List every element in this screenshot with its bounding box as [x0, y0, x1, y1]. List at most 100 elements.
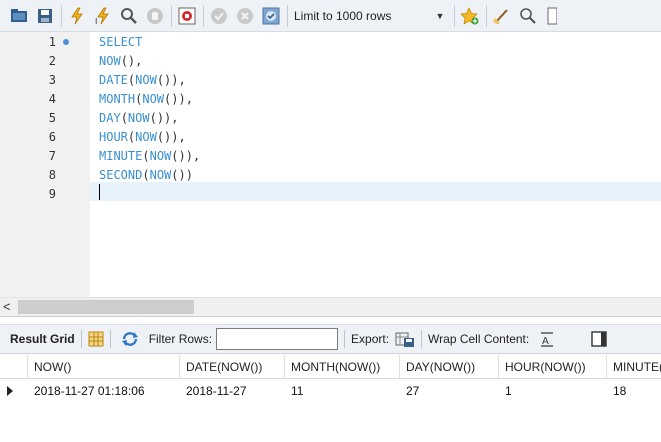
- sql-function: MINUTE: [99, 149, 143, 163]
- find-icon[interactable]: [517, 5, 539, 27]
- sql-keyword: SELECT: [99, 35, 143, 49]
- sql-function: HOUR: [99, 130, 128, 144]
- export-label: Export:: [351, 332, 390, 346]
- current-line-highlight: [90, 182, 661, 201]
- sql-punctuation: ()),: [149, 111, 179, 125]
- code-line: SECOND(NOW()): [99, 168, 193, 182]
- line-number: 8: [48, 168, 56, 182]
- column-header[interactable]: DAY(NOW()): [400, 355, 499, 379]
- table-cell[interactable]: 18: [607, 380, 661, 402]
- column-header[interactable]: NOW(): [28, 355, 180, 379]
- toggle-error-icon[interactable]: [176, 5, 198, 27]
- refresh-icon[interactable]: [121, 331, 139, 347]
- toggle-panel-icon[interactable]: [591, 331, 607, 347]
- sql-punctuation: ()),: [156, 73, 186, 87]
- execute-current-icon[interactable]: I: [92, 5, 114, 27]
- table-cell[interactable]: 27: [400, 380, 499, 402]
- code-line: MINUTE(NOW()),: [99, 149, 201, 163]
- toolbar-separator: [454, 4, 455, 27]
- execute-icon[interactable]: [66, 5, 88, 27]
- sql-function: NOW: [127, 111, 150, 125]
- sql-function: SECOND: [99, 168, 143, 182]
- sql-function: NOW: [142, 92, 165, 106]
- toolbar-separator: [421, 330, 423, 348]
- column-header[interactable]: MONTH(NOW()): [285, 355, 400, 379]
- limit-rows-select[interactable]: Limit to 1000 rows ▼: [294, 5, 449, 27]
- sql-function: NOW: [135, 73, 157, 87]
- line-number: 9: [48, 187, 56, 201]
- scrollbar-thumb[interactable]: [18, 300, 194, 314]
- sql-punctuation: ()),: [164, 92, 193, 106]
- form-view-icon[interactable]: [88, 331, 104, 347]
- sql-function: NOW: [99, 54, 121, 68]
- toolbar-separator: [486, 4, 487, 27]
- table-cell[interactable]: 1: [499, 380, 607, 402]
- column-header[interactable]: HOUR(NOW()): [499, 355, 607, 379]
- code-line: HOUR(NOW()),: [99, 130, 186, 144]
- line-number: 1: [48, 35, 56, 49]
- toolbar-separator: [171, 4, 172, 27]
- stop-icon[interactable]: [144, 5, 166, 27]
- toolbar-separator: [344, 330, 346, 348]
- sql-punctuation: ()),: [156, 130, 186, 144]
- limit-rows-label: Limit to 1000 rows: [294, 8, 392, 23]
- table-cell[interactable]: 11: [285, 380, 400, 402]
- line-number: 6: [48, 130, 56, 144]
- toolbar-separator: [203, 4, 204, 27]
- table-cell[interactable]: 2018-11-27: [180, 380, 285, 402]
- sql-function: MONTH: [99, 92, 136, 106]
- column-header[interactable]: DATE(NOW()): [180, 355, 285, 379]
- autocommit-icon[interactable]: [260, 5, 282, 27]
- beautify-icon[interactable]: [491, 5, 513, 27]
- code-line: DAY(NOW()),: [99, 111, 179, 125]
- wrap-text-icon[interactable]: A: [539, 331, 555, 347]
- sql-punctuation: (),: [120, 54, 143, 68]
- wrap-cell-content-label: Wrap Cell Content:: [428, 332, 530, 346]
- line-number: 4: [48, 92, 56, 106]
- column-header[interactable]: MINUTE(NOW()): [607, 355, 661, 379]
- statement-marker-icon: [63, 39, 69, 45]
- code-line: SELECT: [99, 33, 142, 51]
- line-number: 3: [48, 73, 56, 87]
- toolbar-separator: [109, 330, 111, 348]
- sql-function: NOW: [135, 130, 157, 144]
- result-toolbar: Result Grid Filter Rows: Export: Wrap Ce…: [0, 324, 661, 354]
- invisible-chars-icon[interactable]: [541, 5, 563, 27]
- line-number: 5: [48, 111, 56, 125]
- sql-function: DAY: [99, 111, 121, 125]
- rollback-icon[interactable]: [234, 5, 256, 27]
- export-icon[interactable]: [395, 330, 415, 348]
- bookmark-add-icon[interactable]: [459, 5, 481, 27]
- line-number: 2: [48, 54, 56, 68]
- table-cell[interactable]: 2018-11-27 01:18:06: [28, 380, 180, 402]
- sql-function: DATE: [99, 73, 128, 87]
- folder-open-icon[interactable]: [8, 5, 30, 27]
- sql-function: NOW: [149, 168, 172, 182]
- sql-editor[interactable]: 1 2 3 4 5 6 7 8 9 SELECT NOW(), DATE(NOW…: [0, 32, 661, 297]
- save-icon[interactable]: [34, 5, 56, 27]
- code-line: NOW(),: [99, 52, 142, 70]
- explain-icon[interactable]: [118, 5, 140, 27]
- toolbar-separator: [80, 330, 82, 348]
- result-grid-tab[interactable]: Result Grid: [10, 332, 75, 346]
- text-caret: [99, 184, 100, 200]
- editor-horizontal-scrollbar[interactable]: <: [0, 297, 661, 317]
- toolbar-separator: [61, 4, 62, 27]
- scroll-left-icon[interactable]: <: [3, 299, 11, 314]
- sql-function: NOW: [149, 149, 172, 163]
- code-line: DATE(NOW()),: [99, 73, 186, 87]
- sql-editor-toolbar: I Limit to 1000 rows ▼: [0, 0, 661, 32]
- commit-icon[interactable]: [208, 5, 230, 27]
- filter-rows-label: Filter Rows:: [148, 332, 213, 346]
- sql-punctuation: ()): [171, 168, 193, 182]
- svg-text:I: I: [95, 17, 97, 25]
- result-grid[interactable]: NOW() DATE(NOW()) MONTH(NOW()) DAY(NOW()…: [0, 355, 661, 442]
- chevron-down-icon[interactable]: ▼: [435, 11, 445, 21]
- line-number: 7: [48, 149, 56, 163]
- current-row-indicator-icon: [0, 380, 26, 402]
- sql-punctuation: ()),: [171, 149, 201, 163]
- code-line: MONTH(NOW()),: [99, 92, 193, 106]
- toolbar-separator: [287, 4, 288, 27]
- row-header-corner: [0, 355, 28, 379]
- filter-rows-input[interactable]: [216, 328, 339, 350]
